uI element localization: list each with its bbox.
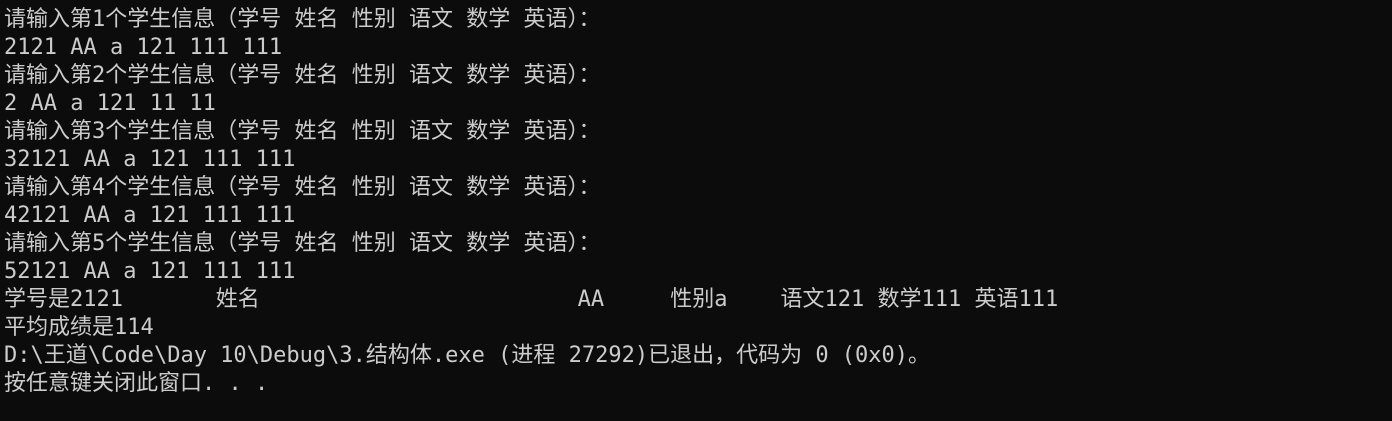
console-window[interactable]: 请输入第1个学生信息（学号 姓名 性别 语文 数学 英语）： 2121 AA a…: [0, 0, 1392, 421]
prompt-line-3: 请输入第3个学生信息（学号 姓名 性别 语文 数学 英语）：: [4, 119, 601, 144]
prompt-line-2: 请输入第2个学生信息（学号 姓名 性别 语文 数学 英语）：: [4, 63, 601, 88]
input-line-1: 2121 AA a 121 111 111: [4, 35, 283, 60]
prompt-line-4: 请输入第4个学生信息（学号 姓名 性别 语文 数学 英语）：: [4, 175, 601, 200]
result-student-line: 学号是2121 姓名 AA 性别a 语文121 数学111 英语111: [4, 287, 1059, 312]
prompt-line-1: 请输入第1个学生信息（学号 姓名 性别 语文 数学 英语）：: [4, 7, 601, 32]
input-line-3: 32121 AA a 121 111 111: [4, 147, 296, 172]
input-line-4: 42121 AA a 121 111 111: [4, 203, 296, 228]
press-any-key-line: 按任意键关闭此窗口. . .: [4, 371, 269, 396]
input-line-5: 52121 AA a 121 111 111: [4, 259, 296, 284]
result-average-line: 平均成绩是114: [4, 315, 154, 340]
process-exit-line: D:\王道\Code\Day 10\Debug\3.结构体.exe (进程 27…: [4, 343, 931, 368]
input-line-2: 2 AA a 121 11 11: [4, 91, 216, 116]
prompt-line-5: 请输入第5个学生信息（学号 姓名 性别 语文 数学 英语）：: [4, 231, 601, 256]
